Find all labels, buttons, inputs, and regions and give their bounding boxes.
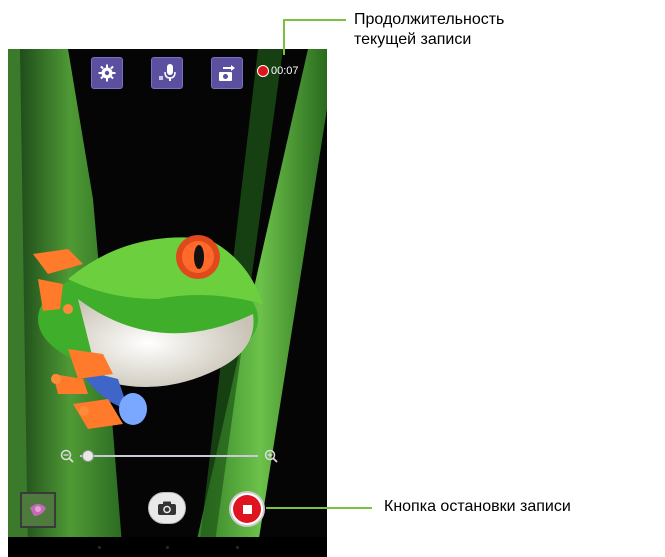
callout-lines — [266, 19, 372, 509]
stop-button-callout: Кнопка остановки записи — [384, 498, 571, 515]
duration-callout-line1: Продолжительность — [354, 11, 505, 28]
duration-callout-line2: текущей записи — [354, 31, 472, 48]
duration-callout-line — [283, 19, 346, 55]
